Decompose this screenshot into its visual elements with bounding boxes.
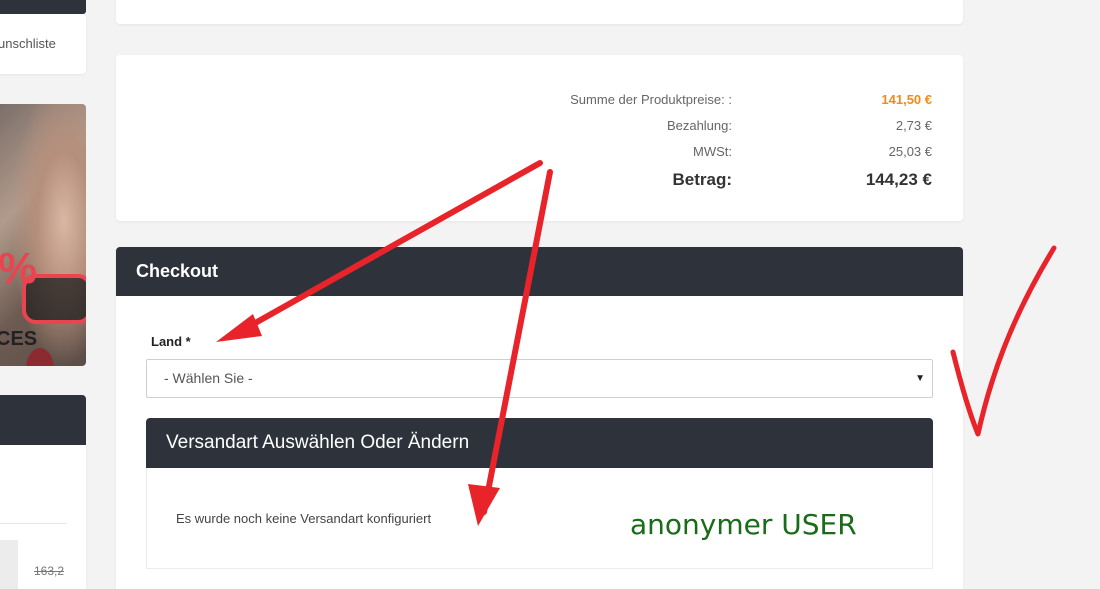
tax-label: MWSt: [693,144,732,159]
cart-card-bottom [116,0,963,24]
checkmark-icon [950,245,1057,437]
shipping-method-title: Versandart Auswählen Oder Ändern [146,418,933,468]
product-old-price: 163,2 [34,564,65,578]
banner-caption: CES [0,328,38,350]
wishlist-label[interactable]: unschliste [0,36,56,51]
subtotal-value: 141,50 € [881,92,932,107]
order-totals-card: Summe der Produktpreise: : 141,50 € Beza… [116,55,963,221]
payment-value: 2,73 € [895,118,932,133]
payment-label: Bezahlung: [666,118,732,133]
banner-model-image [10,104,86,366]
sidebar-divider [0,523,66,524]
annotation-note: anonymer USER [630,508,857,541]
promo-banner[interactable]: % CES ! [0,104,86,366]
total-value: 144,23 € [865,170,932,189]
product-thumbnail[interactable] [0,540,18,589]
country-label: Land * [151,334,191,349]
country-selected-value: - Wählen Sie - [164,370,253,386]
sidebar-header-bar [0,0,86,14]
banner-percent-text: % [0,244,38,293]
subtotal-label: Summe der Produktpreise: : [570,92,732,107]
shipping-method-message: Es wurde noch keine Versandart konfiguri… [176,511,432,526]
country-select[interactable]: - Wählen Sie - ▼ [146,359,933,398]
dropdown-caret-icon: ▼ [915,373,925,384]
sidebar-section-header [0,395,86,445]
checkout-title: Checkout [116,247,963,296]
wishlist-link-card[interactable]: unschliste [0,14,86,74]
tax-value: 25,03 € [888,144,932,159]
total-label: Betrag: [672,170,732,189]
